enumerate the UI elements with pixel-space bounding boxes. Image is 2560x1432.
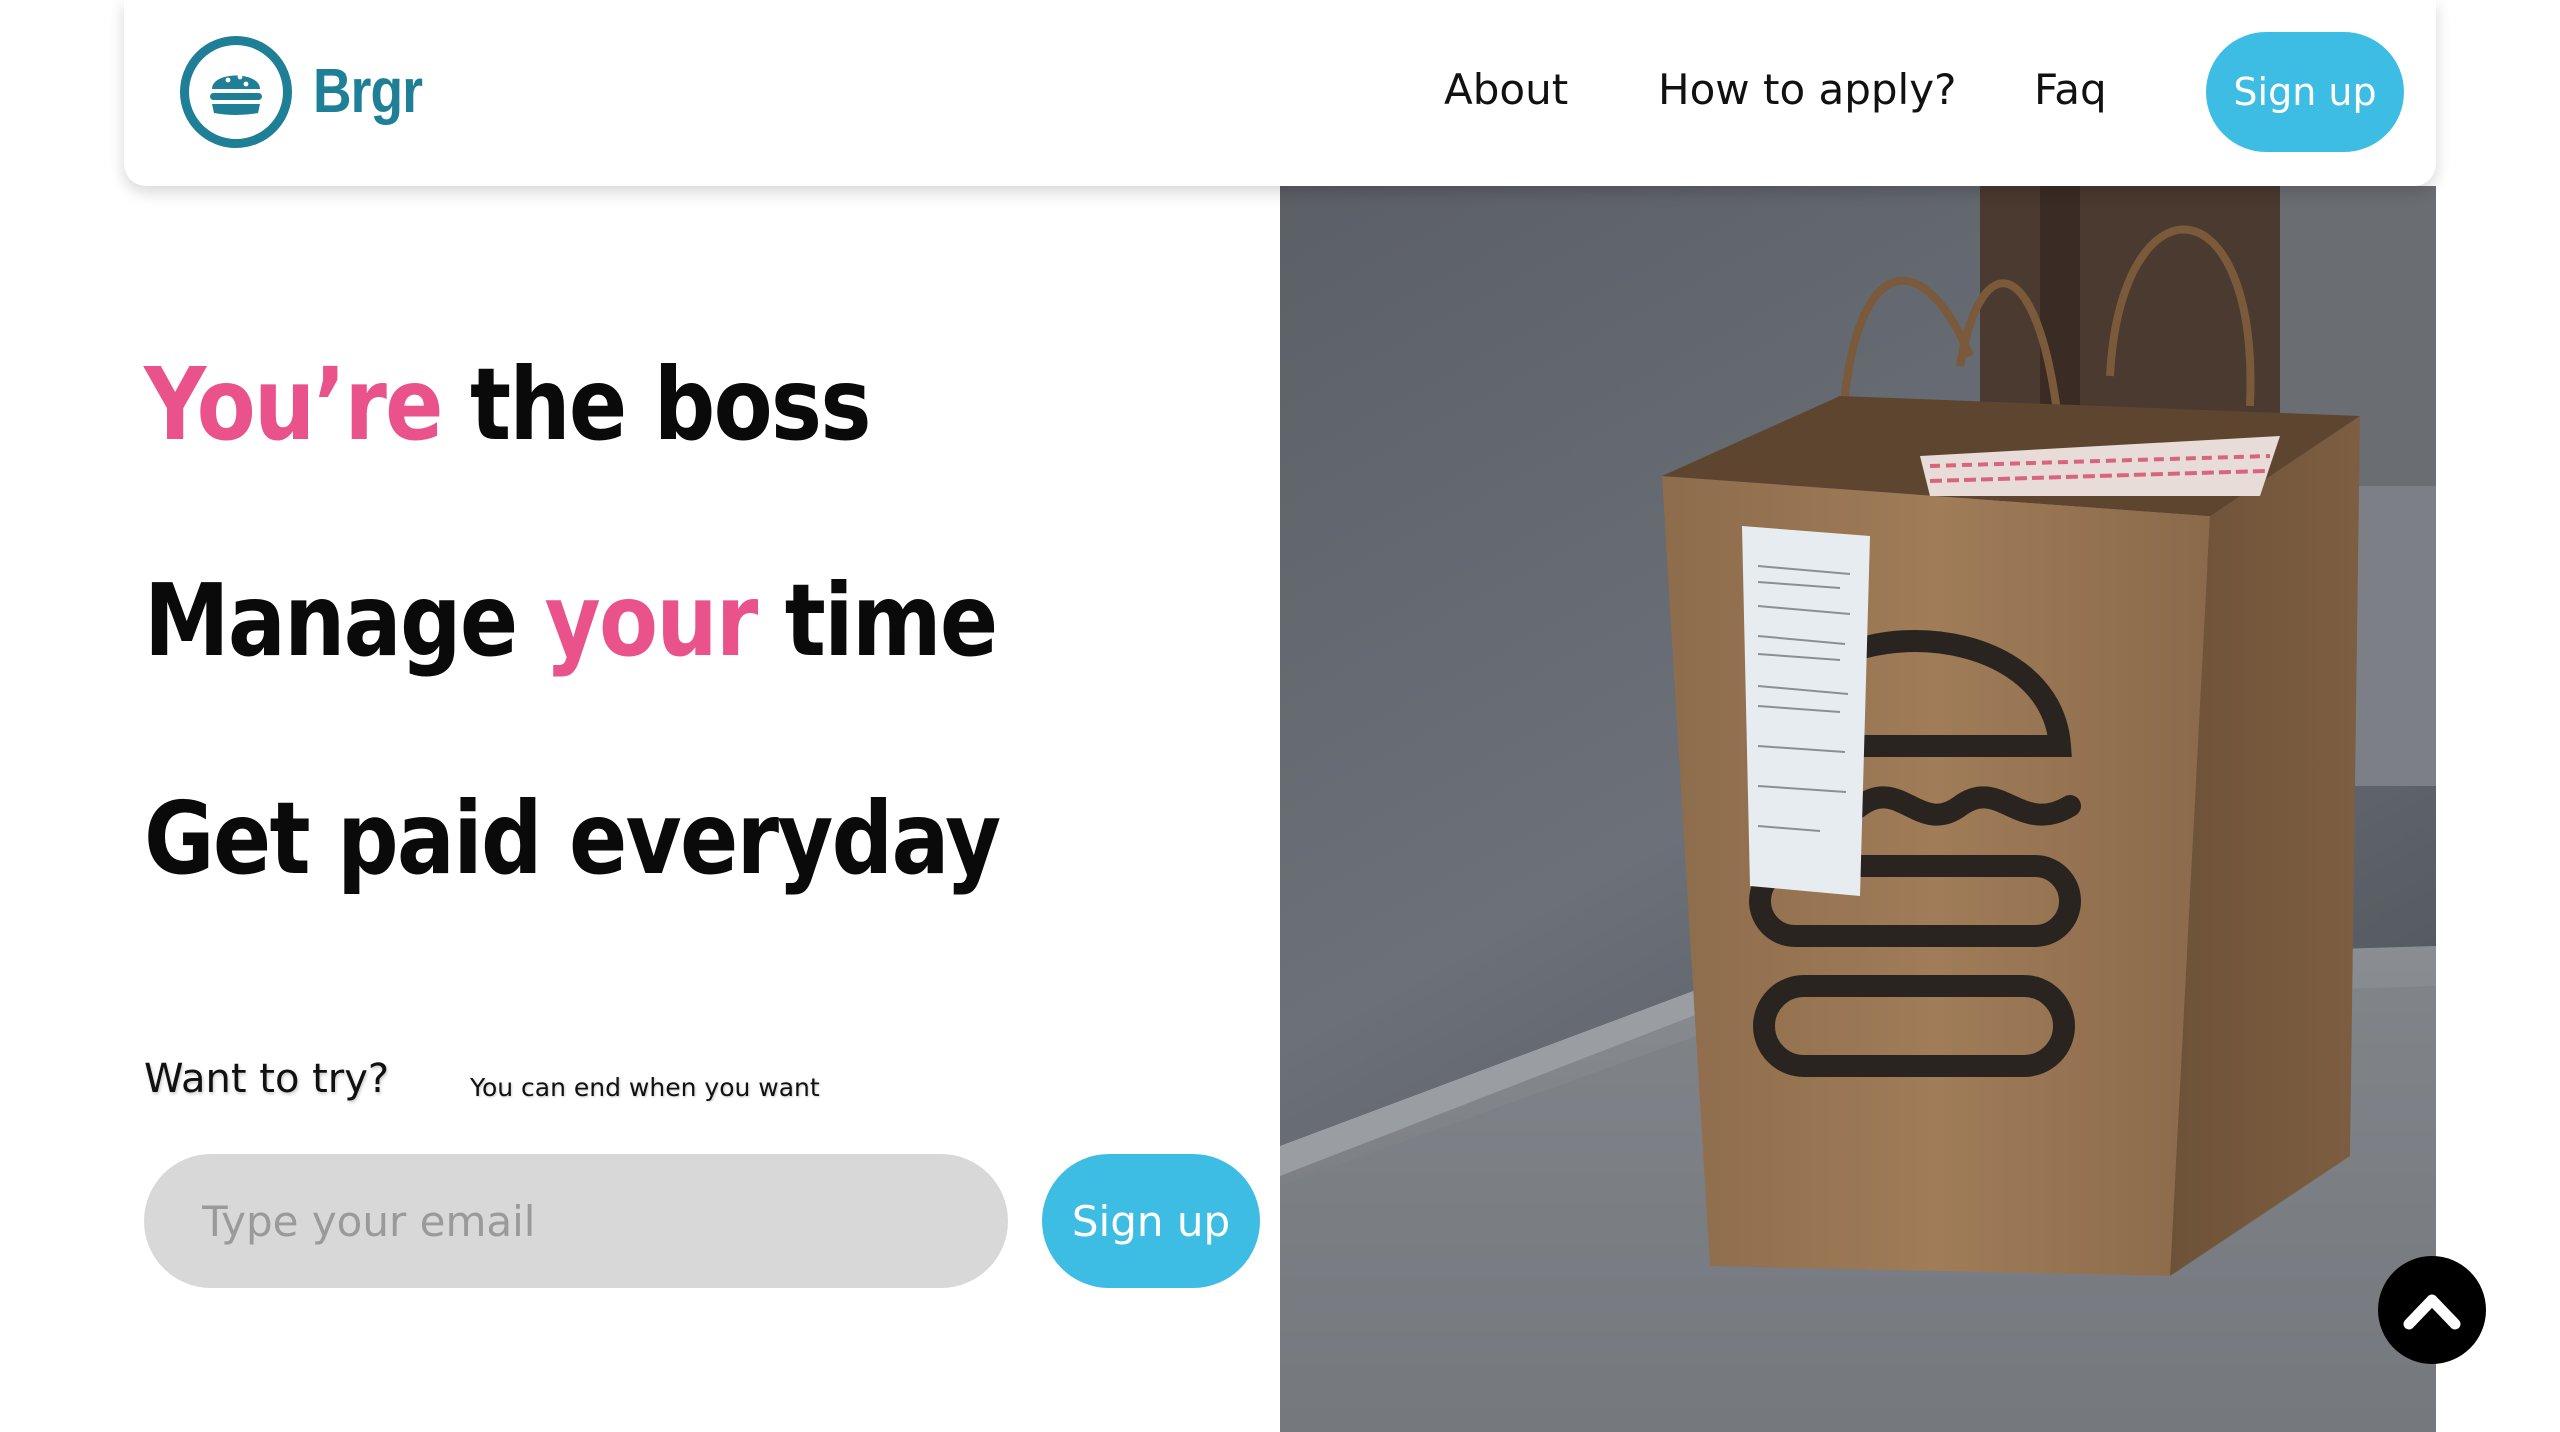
burger-icon: [210, 74, 262, 115]
hero-accent-youre: You’re: [144, 346, 444, 463]
scroll-to-top-button[interactable]: [2378, 1256, 2486, 1364]
end-anytime-note: You can end when you want: [470, 1073, 820, 1102]
hero-text-the-boss: the boss: [441, 346, 872, 463]
nav-faq-link[interactable]: Faq: [2034, 65, 2107, 114]
email-input[interactable]: [144, 1154, 1008, 1288]
chevron-up-icon: [2403, 1294, 2461, 1330]
hero-accent-your: your: [544, 562, 759, 679]
nav-about-link[interactable]: About: [1444, 65, 1568, 114]
hero-line-paid: Get paid everyday: [144, 780, 1001, 897]
landing-page: Brgr About How to apply? Faq Sign up You…: [0, 0, 2560, 1432]
hero-text-time: time: [756, 562, 998, 679]
delivery-bag-illustration: [1280, 186, 2436, 1432]
hero-text-manage: Manage: [144, 562, 545, 679]
hero-line-time: Manage your time: [144, 562, 998, 679]
hero-line-boss: You’re the boss: [144, 346, 872, 463]
delivery-bag-photo: [1280, 186, 2436, 1432]
navbar: Brgr About How to apply? Faq Sign up: [124, 0, 2436, 186]
logo[interactable]: [180, 36, 292, 148]
brand-name[interactable]: Brgr: [313, 56, 423, 127]
nav-how-to-apply-link[interactable]: How to apply?: [1658, 65, 1956, 114]
want-to-try-label: Want to try?: [144, 1056, 390, 1102]
email-signup-button[interactable]: Sign up: [1042, 1154, 1260, 1288]
header-signup-button[interactable]: Sign up: [2206, 32, 2404, 152]
